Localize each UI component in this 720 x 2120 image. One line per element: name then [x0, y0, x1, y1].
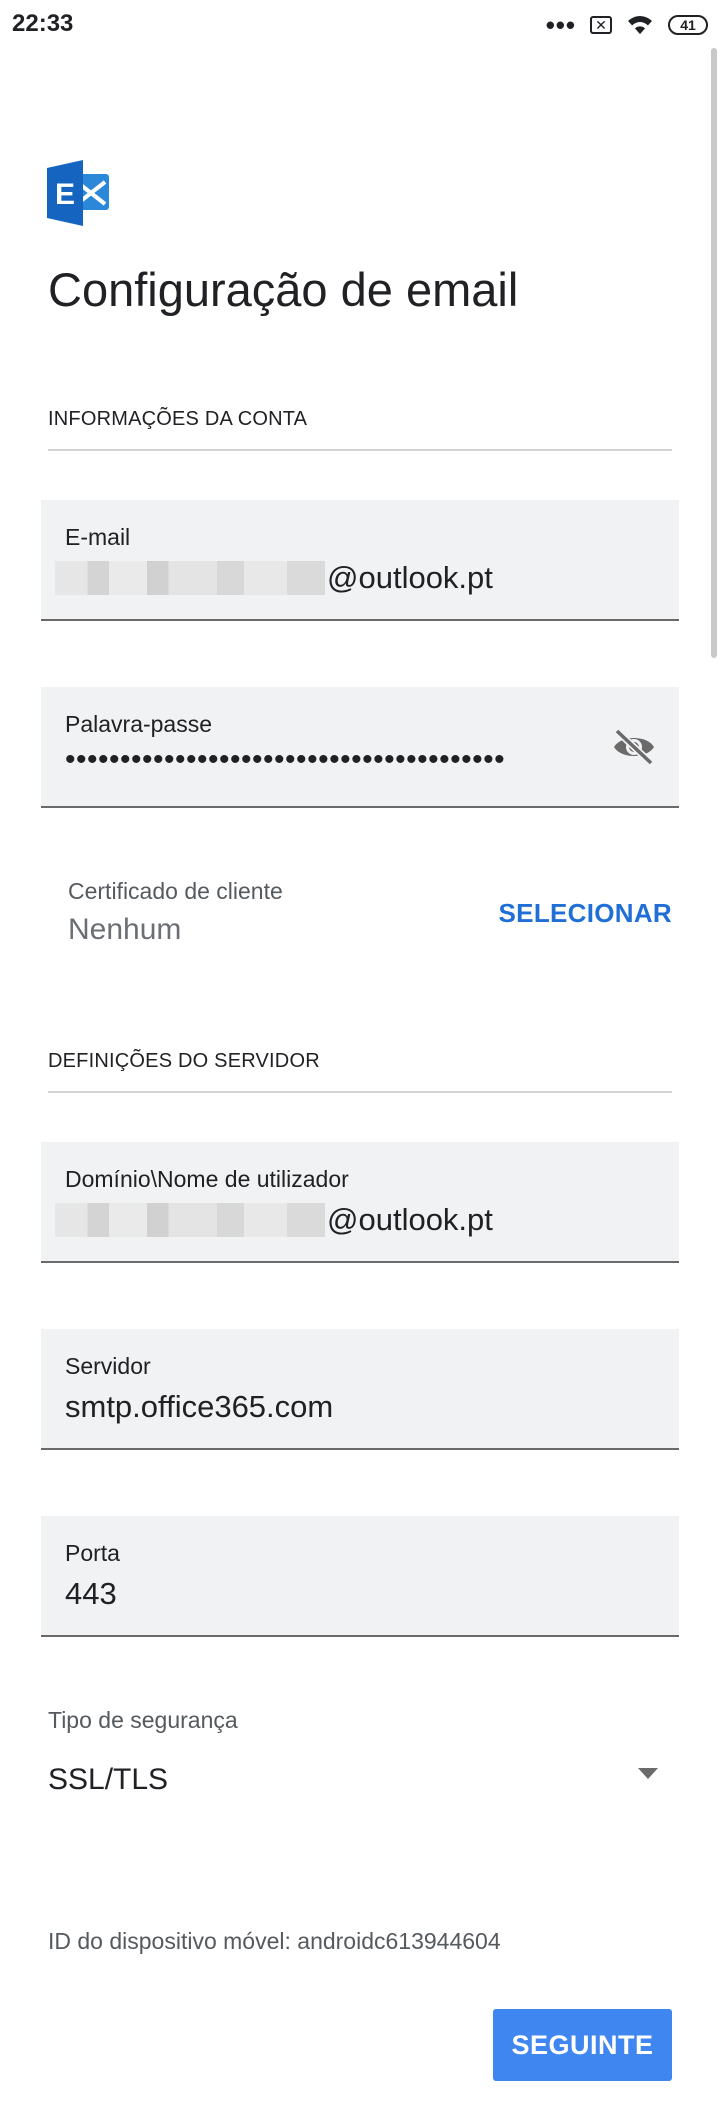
logo-letter: E: [55, 178, 75, 211]
exchange-logo-icon: E: [47, 160, 109, 226]
dropdown-arrow-icon: [638, 1768, 658, 1779]
battery-icon: 41: [668, 15, 708, 35]
email-value[interactable]: @outlook.pt: [55, 560, 493, 596]
redacted-text: [55, 561, 325, 595]
select-certificate-button[interactable]: SELECIONAR: [499, 898, 672, 929]
security-type-label: Tipo de segurança: [48, 1707, 238, 1733]
no-sim-icon: ✕: [590, 16, 612, 34]
domain-username-domain: @outlook.pt: [327, 1202, 493, 1237]
email-field[interactable]: E-mail @outlook.pt: [41, 500, 679, 621]
server-value[interactable]: smtp.office365.com: [65, 1389, 333, 1425]
security-type-value: SSL/TLS: [48, 1763, 169, 1796]
section-header-server: DEFINIÇÕES DO SERVIDOR: [48, 1050, 320, 1072]
server-field[interactable]: Servidor smtp.office365.com: [41, 1329, 679, 1450]
port-value[interactable]: 443: [65, 1576, 117, 1612]
section-header-account: INFORMAÇÕES DA CONTA: [48, 408, 308, 430]
wifi-icon: [628, 16, 652, 34]
section-divider: [48, 1091, 672, 1093]
domain-username-field[interactable]: Domínio\Nome de utilizador @outlook.pt: [41, 1142, 679, 1263]
password-label: Palavra-passe: [65, 711, 213, 737]
password-field[interactable]: Palavra-passe ••••••••••••••••••••••••••…: [41, 687, 679, 808]
section-divider: [48, 449, 672, 451]
status-bar: 22:33 ••• ✕ 41: [0, 0, 720, 50]
status-time: 22:33: [12, 10, 74, 37]
status-icons: ••• ✕ 41: [546, 10, 708, 40]
certificate-label: Certificado de cliente: [68, 878, 283, 904]
port-field[interactable]: Porta 443: [41, 1516, 679, 1637]
next-button[interactable]: SEGUINTE: [493, 2009, 672, 2081]
domain-username-value[interactable]: @outlook.pt: [55, 1202, 493, 1238]
domain-username-label: Domínio\Nome de utilizador: [65, 1166, 349, 1192]
port-label: Porta: [65, 1540, 120, 1566]
device-id-text: ID do dispositivo móvel: androidc6139446…: [48, 1928, 501, 1954]
scrollbar[interactable]: [711, 48, 717, 658]
server-label: Servidor: [65, 1353, 151, 1379]
more-notifications-icon: •••: [545, 10, 576, 40]
certificate-value: Nenhum: [68, 913, 182, 946]
password-value[interactable]: ••••••••••••••••••••••••••••••••••••••••: [65, 743, 505, 777]
email-label: E-mail: [65, 524, 131, 550]
page-title: Configuração de email: [48, 263, 519, 316]
redacted-text: [55, 1203, 325, 1237]
email-domain: @outlook.pt: [327, 560, 493, 595]
eye-off-icon[interactable]: [611, 727, 657, 767]
security-type-dropdown[interactable]: SSL/TLS: [48, 1746, 672, 1816]
